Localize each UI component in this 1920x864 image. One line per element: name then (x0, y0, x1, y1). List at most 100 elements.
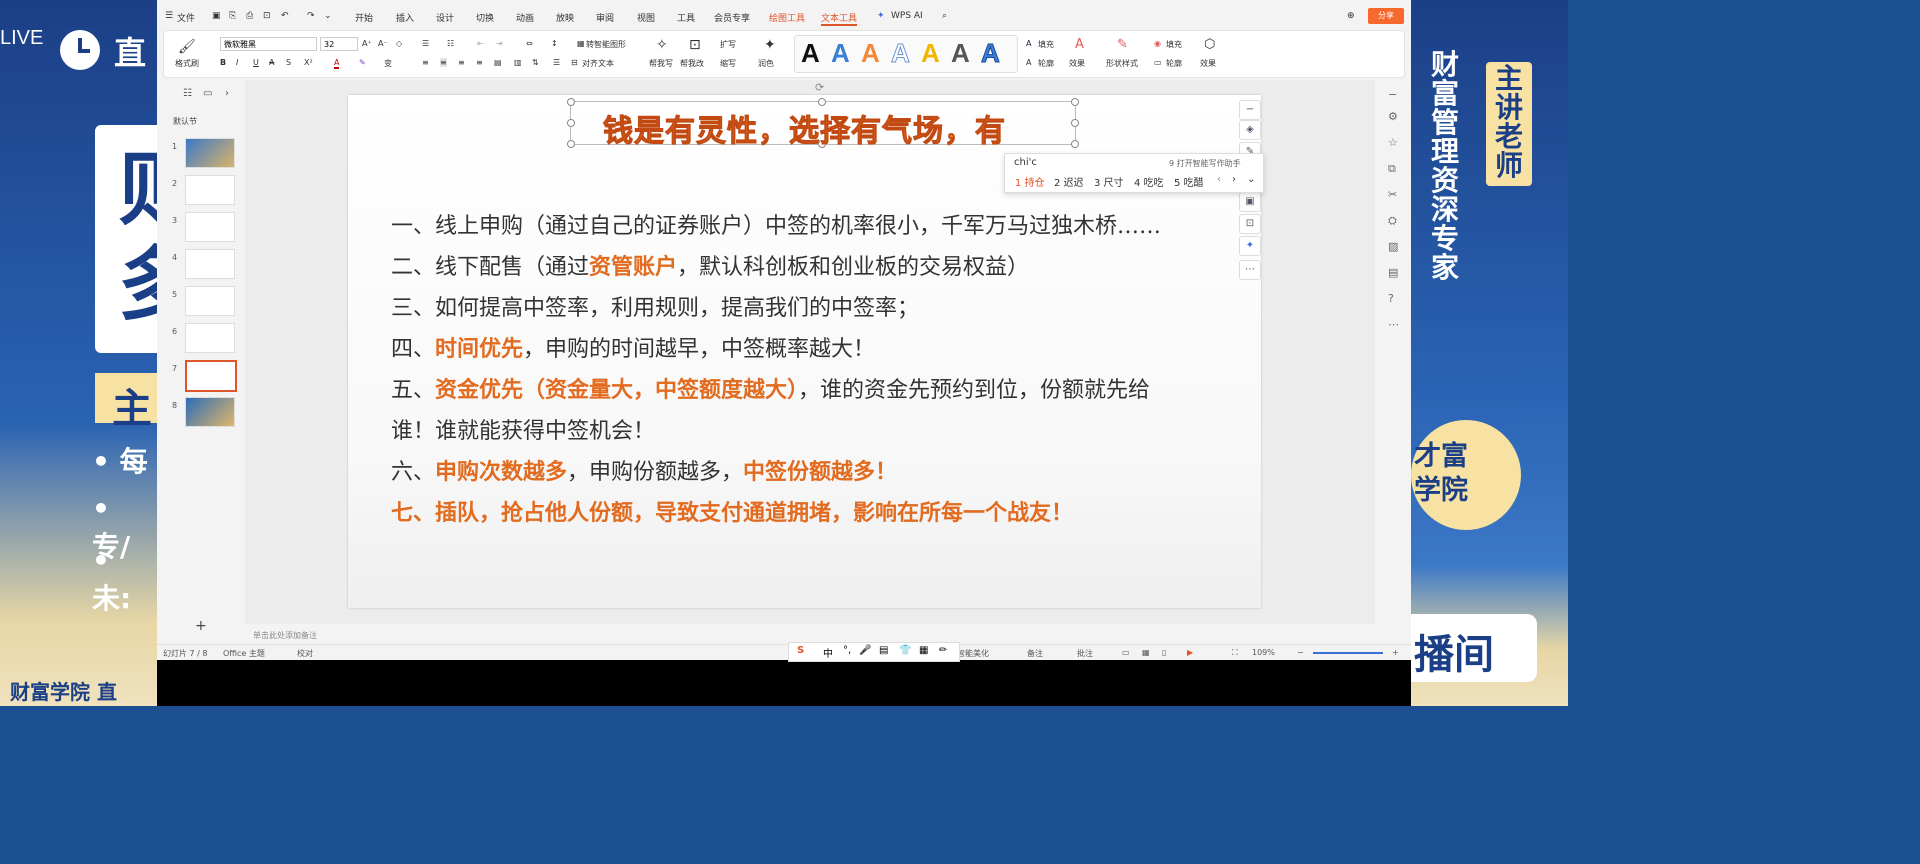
ime-assistant-link[interactable]: 9 打开智能写作助手 (1169, 158, 1241, 169)
text-effect-icon[interactable]: A (1075, 37, 1084, 52)
section-label[interactable]: 默认节 (173, 116, 197, 127)
tab-wps-ai[interactable]: WPS AI (891, 11, 923, 21)
theme-name[interactable]: Office 主题 (223, 648, 265, 659)
text-box-icon[interactable]: ⊡ (1239, 214, 1261, 234)
ime-next-icon[interactable]: › (1232, 174, 1236, 185)
add-slide-button[interactable]: + (195, 618, 207, 634)
copy-icon[interactable]: ⎘ (229, 11, 236, 21)
slide-line-8[interactable]: 七、插队，抢占他人份额，导致支付通道拥堵，影响在所每一个战友！ (391, 495, 1073, 527)
ime-expand-icon[interactable]: ⌄ (1247, 174, 1255, 185)
picture-icon[interactable]: ▣ (1239, 192, 1261, 212)
normal-view-icon[interactable]: ▭ (1122, 648, 1130, 657)
image-icon[interactable]: ▨ (1388, 240, 1398, 253)
font-color-icon[interactable]: A (334, 58, 340, 69)
skin-icon[interactable]: 👕 (899, 645, 911, 656)
ime-candidate[interactable]: 3 尺寸 (1094, 174, 1124, 189)
tab-review[interactable]: 审阅 (596, 11, 614, 24)
book-icon[interactable]: ▤ (1388, 266, 1398, 279)
outline-view-icon[interactable]: ☷ (183, 88, 192, 99)
para-spacing-icon[interactable]: ⇅ (532, 58, 539, 67)
fit-icon[interactable]: ⛶ (1232, 648, 1238, 658)
tab-animation[interactable]: 动画 (516, 11, 534, 24)
font-size-select[interactable]: 32 (320, 37, 358, 51)
redo-icon[interactable]: ↷ (307, 11, 315, 21)
ime-candidate[interactable]: 4 吃吃 (1134, 174, 1164, 189)
zoom-level[interactable]: 109% (1252, 648, 1275, 657)
numbering-icon[interactable]: ☷ (447, 39, 454, 48)
notes-area[interactable]: 单击此处添加备注 (245, 624, 1375, 644)
shape-effect-button[interactable]: 效果 (1200, 58, 1216, 69)
text-outline-button[interactable]: 轮廓 (1038, 58, 1054, 69)
reading-view-icon[interactable]: ▯ (1162, 648, 1166, 657)
art-style-blue[interactable]: A (831, 38, 850, 69)
help-icon[interactable]: ? (1388, 292, 1394, 305)
proofing-button[interactable]: 校对 (297, 648, 313, 659)
text-fill-icon[interactable]: A (1026, 39, 1031, 48)
comments-button[interactable]: 批注 (1077, 648, 1093, 659)
help-modify-icon[interactable]: ⊡ (689, 37, 701, 53)
tab-member[interactable]: 会员专享 (714, 11, 750, 24)
keyboard-icon[interactable]: ▤ (879, 645, 888, 656)
more-options-icon[interactable]: ⋯ (1239, 260, 1261, 280)
slide-title[interactable]: 钱是有灵性，选择有气场，有 (348, 106, 1261, 150)
text-fill-button[interactable]: 填充 (1038, 39, 1054, 50)
tab-text-tools[interactable]: 文本工具 (821, 11, 858, 26)
ai-icon[interactable]: ✦ (1239, 236, 1261, 256)
zoom-slider[interactable] (1313, 652, 1383, 654)
slide-line-3[interactable]: 三、如何提高中签率，利用规则，提高我们的中签率； (391, 290, 919, 322)
slide-thumb-4[interactable] (185, 249, 235, 279)
slide-view-icon[interactable]: ▭ (203, 88, 212, 99)
columns-icon[interactable]: ▥ (514, 58, 522, 67)
adjust-icon[interactable]: ⚙ (1388, 110, 1398, 123)
strikethrough-icon[interactable]: A (269, 58, 274, 67)
shape-style-icon[interactable]: ✎ (1117, 37, 1128, 52)
sogou-logo-icon[interactable]: S (797, 645, 804, 656)
zoom-in-icon[interactable]: + (1392, 648, 1399, 657)
text-outline-icon[interactable]: A (1026, 58, 1031, 67)
tab-transition[interactable]: 切换 (476, 11, 494, 24)
slide-thumb-8[interactable] (185, 397, 235, 427)
help-write-icon[interactable]: ✧ (656, 37, 668, 53)
slide-thumb-7[interactable] (185, 360, 237, 392)
distribute-icon[interactable]: ▤ (494, 58, 502, 67)
line-spacing-icon[interactable]: ↕ (551, 39, 558, 48)
cloud-icon[interactable]: ⊕ (1347, 11, 1355, 21)
slide-thumb-1[interactable] (185, 138, 235, 168)
smart-layout-icon[interactable]: ▦ (577, 39, 585, 48)
shape-outline-icon[interactable]: ▭ (1154, 58, 1162, 67)
art-style-blue-stroke[interactable]: A (981, 38, 1001, 69)
bold-icon[interactable]: B (220, 58, 226, 67)
file-menu[interactable]: 文件 (177, 11, 195, 24)
tab-view[interactable]: 视图 (637, 11, 655, 24)
text-effect-button[interactable]: 效果 (1069, 58, 1085, 69)
art-style-black[interactable]: A (801, 38, 820, 69)
tab-design[interactable]: 设计 (436, 11, 454, 24)
wps-ai-icon[interactable]: ✦ (877, 11, 885, 21)
handwrite-icon[interactable]: ✏ (939, 645, 947, 656)
indent-decrease-icon[interactable]: ⇤ (477, 39, 484, 48)
tab-slideshow[interactable]: 放映 (556, 11, 574, 24)
shirt-icon[interactable]: ⛭ (1388, 214, 1397, 228)
shape-effect-icon[interactable]: ⬡ (1204, 37, 1215, 52)
align-left-icon[interactable]: ≡ (422, 58, 429, 67)
align-right-icon[interactable]: ≡ (458, 58, 465, 67)
align-text-icon[interactable]: ⊟ (571, 58, 578, 67)
shape-style-button[interactable]: 形状样式 (1106, 58, 1138, 69)
toolbox-icon[interactable]: ▦ (919, 645, 928, 656)
underline-icon[interactable]: U (253, 58, 259, 67)
expand-button[interactable]: 扩写 (720, 39, 736, 50)
more-icon[interactable]: ⌄ (324, 11, 332, 21)
search-icon[interactable]: ⌕ (942, 11, 947, 21)
list-style-icon[interactable]: ☰ (553, 58, 560, 67)
undo-icon[interactable]: ↶ (281, 11, 289, 21)
star-icon[interactable]: ☆ (1388, 136, 1398, 149)
tab-tools[interactable]: 工具 (677, 11, 695, 24)
cut-icon[interactable]: ✂ (1388, 188, 1397, 201)
tab-insert[interactable]: 插入 (396, 11, 414, 24)
shorten-button[interactable]: 缩写 (720, 58, 736, 69)
print-icon[interactable]: ⎙ (246, 11, 253, 21)
highlight-icon[interactable]: ✎ (359, 58, 366, 67)
smart-beautify-button[interactable]: 智能美化 (957, 648, 989, 659)
rotate-handle-icon[interactable]: ⟳ (815, 81, 824, 94)
punctuation-icon[interactable]: °, (843, 645, 851, 656)
